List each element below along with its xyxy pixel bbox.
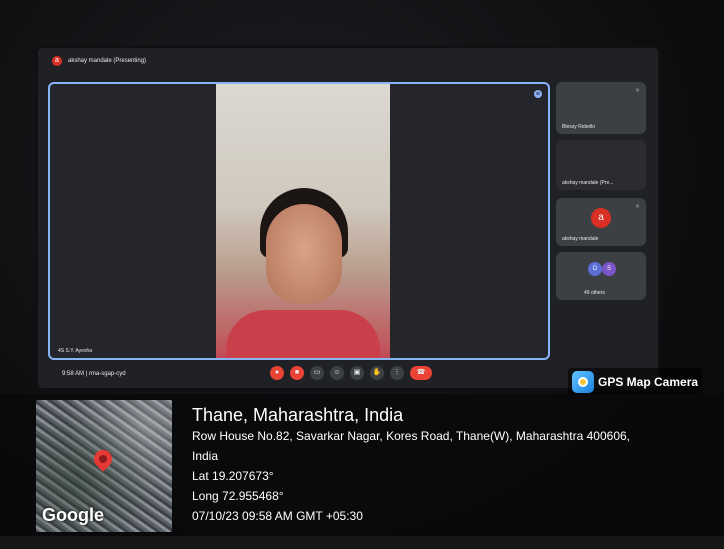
google-logo: Google [42,505,104,525]
participant-tile-presentation[interactable]: akshay mandale (Pre... [556,140,646,190]
keyboard-edge [0,536,724,549]
mic-off-icon: ✕ [634,88,640,94]
presenter-avatar: a [52,56,62,66]
main-video-tile[interactable]: ⊕ 4S S.Y. Ayesha [48,82,550,360]
location-lat: Lat 19.207673° [192,469,274,483]
clock-separator: | [85,371,88,377]
gps-brand-title: GPS Map Camera [598,375,699,389]
captions-icon[interactable]: ▭ [310,366,324,380]
meeting-code: rma-sgap-cyd [88,371,126,377]
mic-off-icon: ✕ [634,204,640,210]
avatar: S [602,262,616,276]
main-tile-name: 4S S.Y. Ayesha [58,348,93,354]
participant-tile-others[interactable]: D S 49 others [556,252,646,300]
hand-icon[interactable]: ✋ [370,366,384,380]
location-country: India [192,449,219,463]
gps-info-overlay: Google Thane, Maharashtra, India Row Hou… [0,394,724,536]
others-avatars: D S [588,262,616,276]
participant-name: Blessy Rebello [562,124,596,130]
participant-name: akshay mandale [562,236,599,242]
participant-video [216,84,390,358]
location-info: Thane, Maharashtra, India Row House No.8… [192,404,630,526]
participant-name: akshay mandale (Pre... [562,180,614,186]
gps-brand-badge: GPS Map Camera [568,368,703,396]
video-shirt [226,310,380,358]
participant-tile-akshay[interactable]: ✕ a akshay mandale [556,198,646,246]
laptop-screen: a akshay mandale (Presenting) ⊕ 4S S.Y. … [38,48,658,388]
camera-icon[interactable]: ■ [290,366,304,380]
meeting-controls-bar: 9:58 AM | rma-sgap-cyd ● ■ ▭ ☺ ▣ ✋ ⋮ ☎ [48,366,648,384]
location-long: Long 72.955468° [192,489,284,503]
more-icon[interactable]: ⋮ [390,366,404,380]
map-thumbnail: Google [36,400,172,532]
avatar: D [588,262,602,276]
present-icon[interactable]: ▣ [350,366,364,380]
pin-icon[interactable]: ⊕ [534,90,542,98]
presenting-banner: a akshay mandale (Presenting) [52,56,146,66]
emoji-icon[interactable]: ☺ [330,366,344,380]
end-call-icon[interactable]: ☎ [410,366,432,380]
map-pin-icon [90,446,116,472]
meeting-clock: 9:58 AM | rma-sgap-cyd [62,371,126,377]
participant-name: 49 others [584,290,605,296]
presenter-label: akshay mandale (Presenting) [68,58,147,64]
gps-camera-logo-icon [572,371,594,393]
location-datetime: 07/10/23 09:58 AM GMT +05:30 [192,509,363,523]
participant-tile-blessy[interactable]: ✕ Blessy Rebello [556,82,646,134]
mic-icon[interactable]: ● [270,366,284,380]
location-city: Thane, Maharashtra, India [192,405,404,425]
clock-time: 9:58 AM [62,371,85,377]
avatar: a [591,208,611,228]
location-address: Row House No.82, Savarkar Nagar, Kores R… [192,429,630,443]
call-controls: ● ■ ▭ ☺ ▣ ✋ ⋮ ☎ [270,366,432,380]
video-face [266,204,342,304]
